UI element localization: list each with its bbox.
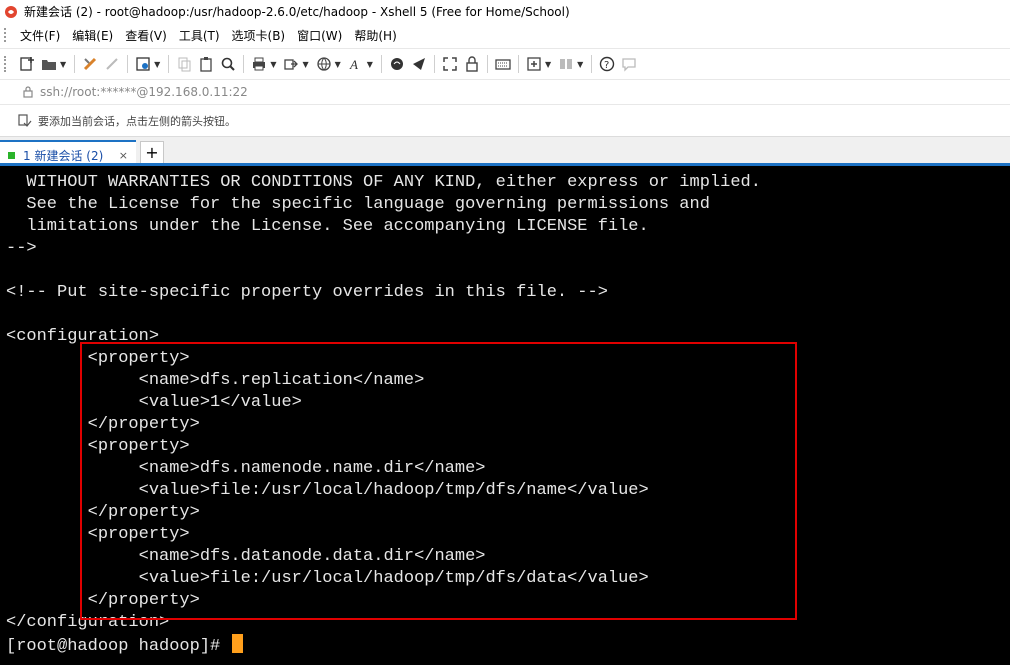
session-address[interactable]: ssh://root:******@192.168.0.11:22 (40, 85, 248, 99)
lock-icon[interactable] (463, 55, 481, 73)
layout-icon[interactable] (557, 55, 575, 73)
toolbar-separator (168, 55, 170, 73)
font-icon[interactable]: A (347, 55, 365, 73)
disconnect-icon[interactable] (103, 55, 121, 73)
toolbar-separator (243, 55, 245, 73)
terminal-line: <!-- Put site-specific property override… (6, 283, 608, 302)
address-bar: ssh://root:******@192.168.0.11:22 (0, 79, 1010, 104)
terminal-cursor (232, 634, 244, 653)
menu-view[interactable]: 查看(V) (125, 27, 167, 44)
terminal-line: --> (6, 239, 37, 258)
properties-icon[interactable] (134, 55, 152, 73)
menu-file[interactable]: 文件(F) (20, 27, 60, 44)
properties-dropdown-icon[interactable]: ▼ (154, 60, 160, 69)
new-session-icon[interactable] (18, 55, 36, 73)
menu-bar: 文件(F) 编辑(E) 查看(V) 工具(T) 选项卡(B) 窗口(W) 帮助(… (0, 23, 1010, 47)
font-dropdown-icon[interactable]: ▼ (367, 60, 373, 69)
copy-icon[interactable] (175, 55, 193, 73)
toolbar-grip[interactable] (4, 56, 10, 72)
xftp-icon[interactable] (388, 55, 406, 73)
new-tab-group-dropdown-icon[interactable]: ▼ (545, 60, 551, 69)
terminal-line: See the License for the specific languag… (6, 195, 710, 214)
chat-icon[interactable] (620, 55, 638, 73)
toolbar-separator (591, 55, 593, 73)
globe-dropdown-icon[interactable]: ▼ (335, 60, 341, 69)
terminal-prompt-line: [root@hadoop hadoop]# (6, 634, 244, 656)
menu-window[interactable]: 窗口(W) (297, 27, 342, 44)
toolbar-separator (380, 55, 382, 73)
new-tab-group-icon[interactable] (525, 55, 543, 73)
keyboard-icon[interactable] (494, 55, 512, 73)
toolbar-separator (486, 55, 488, 73)
toolbar-separator (74, 55, 76, 73)
globe-icon[interactable] (315, 55, 333, 73)
xmanager-icon[interactable] (410, 55, 428, 73)
find-icon[interactable] (219, 55, 237, 73)
terminal-line: limitations under the License. See accom… (6, 217, 649, 236)
print-dropdown-icon[interactable]: ▼ (270, 60, 276, 69)
terminal-prompt: [root@hadoop hadoop]# (6, 637, 231, 656)
terminal-area[interactable]: WITHOUT WARRANTIES OR CONDITIONS OF ANY … (0, 166, 1010, 665)
open-dropdown-icon[interactable]: ▼ (60, 60, 66, 69)
window-title: 新建会话 (2) - root@hadoop:/usr/hadoop-2.6.0… (24, 5, 570, 19)
highlight-annotation-box (80, 342, 797, 620)
fullscreen-icon[interactable] (441, 55, 459, 73)
print-icon[interactable] (250, 55, 268, 73)
quick-connect-hint-bar: 要添加当前会话，点击左侧的箭头按钮。 (0, 104, 1010, 137)
lock-icon (22, 85, 34, 99)
transfer-icon[interactable] (282, 55, 300, 73)
open-folder-icon[interactable] (40, 55, 58, 73)
transfer-dropdown-icon[interactable]: ▼ (302, 60, 308, 69)
layout-dropdown-icon[interactable]: ▼ (577, 60, 583, 69)
svg-text:?: ? (604, 60, 609, 71)
menu-help[interactable]: 帮助(H) (354, 27, 396, 44)
paste-icon[interactable] (197, 55, 215, 73)
menu-grip[interactable] (4, 28, 10, 42)
connected-status-icon (8, 152, 15, 159)
toolbar-separator (517, 55, 519, 73)
tab-close-icon[interactable]: × (119, 149, 128, 162)
tab-label: 1 新建会话 (2) (23, 149, 104, 163)
toolbar: ▼ ▼ ▼ ▼ ▼ A ▼ ▼ ▼ ? (0, 48, 1010, 79)
add-session-arrow-icon[interactable] (18, 114, 32, 128)
menu-tabs[interactable]: 选项卡(B) (232, 27, 286, 44)
hint-text: 要添加当前会话，点击左侧的箭头按钮。 (38, 115, 236, 128)
menu-tools[interactable]: 工具(T) (179, 27, 220, 44)
new-tab-button[interactable]: + (140, 141, 164, 165)
terminal-line: WITHOUT WARRANTIES OR CONDITIONS OF ANY … (6, 173, 761, 192)
help-icon[interactable]: ? (598, 55, 616, 73)
xshell-logo-icon (4, 5, 18, 19)
toolbar-separator (127, 55, 129, 73)
svg-text:A: A (349, 57, 358, 72)
title-bar: 新建会话 (2) - root@hadoop:/usr/hadoop-2.6.0… (0, 0, 1010, 23)
reconnect-icon[interactable] (81, 55, 99, 73)
toolbar-separator (433, 55, 435, 73)
menu-edit[interactable]: 编辑(E) (72, 27, 113, 44)
